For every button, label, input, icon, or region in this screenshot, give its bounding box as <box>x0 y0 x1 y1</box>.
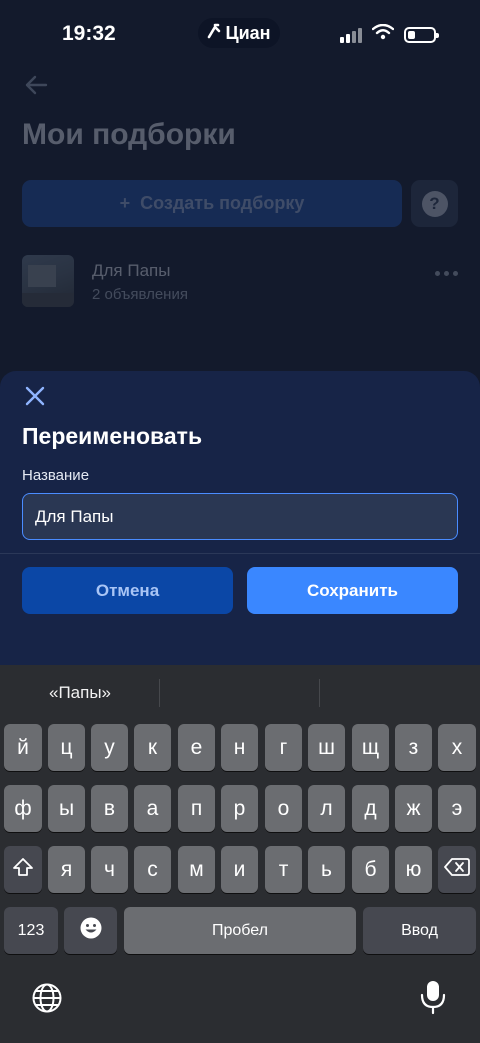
key[interactable]: ы <box>48 785 85 832</box>
backspace-icon <box>444 857 470 883</box>
carrier-pill-label: Циан <box>225 22 271 43</box>
sheet-divider <box>0 553 480 554</box>
key[interactable]: и <box>221 846 258 893</box>
key[interactable]: м <box>178 846 215 893</box>
battery-icon <box>404 26 439 43</box>
key[interactable]: о <box>265 785 302 832</box>
key[interactable]: в <box>91 785 128 832</box>
backspace-key[interactable] <box>438 846 476 893</box>
name-field-label: Название <box>22 467 90 484</box>
page-title: Мои подборки <box>22 118 236 151</box>
signal-icon <box>340 27 362 43</box>
shift-icon <box>12 856 34 884</box>
back-arrow-icon[interactable] <box>22 70 52 100</box>
collection-count: 2 объявления <box>92 286 188 303</box>
suggestion-item[interactable]: «Папы» <box>0 683 160 703</box>
microphone-icon[interactable] <box>418 979 448 1015</box>
key[interactable]: п <box>178 785 215 832</box>
emoji-icon <box>79 916 103 946</box>
numbers-key[interactable]: 123 <box>4 907 58 954</box>
key[interactable]: щ <box>352 724 389 771</box>
globe-icon[interactable] <box>30 981 64 1015</box>
key[interactable]: б <box>352 846 389 893</box>
key[interactable]: а <box>134 785 171 832</box>
key[interactable]: ю <box>395 846 432 893</box>
collection-name: Для Папы <box>92 261 171 280</box>
key[interactable]: х <box>438 724 476 771</box>
app-screen: 19:32 Циан Мои подборки + Создать подбор… <box>0 0 480 1043</box>
key[interactable]: н <box>221 724 258 771</box>
key[interactable]: ж <box>395 785 432 832</box>
collection-thumbnail <box>22 255 74 307</box>
suggestion-bar: «Папы» <box>0 665 480 720</box>
status-icons <box>340 23 439 45</box>
create-collection-label: Создать подборку <box>140 193 305 213</box>
wifi-icon <box>371 23 395 45</box>
close-icon[interactable] <box>22 383 48 409</box>
key[interactable]: я <box>48 846 85 893</box>
return-key[interactable]: Ввод <box>363 907 476 954</box>
help-button[interactable]: ? <box>411 180 458 227</box>
collection-row[interactable]: Для Папы 2 объявления <box>22 255 458 309</box>
status-bar: 19:32 Циан <box>0 0 480 70</box>
shift-key[interactable] <box>4 846 42 893</box>
emoji-key[interactable] <box>64 907 117 954</box>
cian-logo-icon <box>207 23 221 44</box>
suggestion-divider <box>319 679 320 707</box>
cancel-button[interactable]: Отмена <box>22 567 233 614</box>
key[interactable]: е <box>178 724 215 771</box>
key[interactable]: л <box>308 785 345 832</box>
keyboard-row-2: ф ы в а п р о л д ж э <box>0 785 480 832</box>
rename-sheet: Переименовать Название Отмена Сохранить <box>0 371 480 671</box>
question-icon: ? <box>421 190 448 217</box>
key[interactable]: д <box>352 785 389 832</box>
name-input[interactable] <box>22 493 458 540</box>
carrier-pill: Циан <box>198 18 280 48</box>
key[interactable]: з <box>395 724 432 771</box>
key[interactable]: ч <box>91 846 128 893</box>
key[interactable]: ф <box>4 785 42 832</box>
key[interactable]: г <box>265 724 302 771</box>
key[interactable]: ц <box>48 724 85 771</box>
key[interactable]: р <box>221 785 258 832</box>
key[interactable]: к <box>134 724 171 771</box>
key[interactable]: с <box>134 846 171 893</box>
keyboard-row-4: 123 Пробел Ввод <box>0 907 480 954</box>
key[interactable]: т <box>265 846 302 893</box>
more-options-icon[interactable] <box>435 271 458 276</box>
create-collection-button[interactable]: + Создать подборку <box>22 180 402 227</box>
key[interactable]: э <box>438 785 476 832</box>
key[interactable]: ь <box>308 846 345 893</box>
suggestion-divider <box>159 679 160 707</box>
keyboard: «Папы» й ц у к е н г ш щ з х ф ы в а п р <box>0 665 480 1043</box>
key[interactable]: ш <box>308 724 345 771</box>
keyboard-row-1: й ц у к е н г ш щ з х <box>0 724 480 771</box>
key[interactable]: у <box>91 724 128 771</box>
sheet-title: Переименовать <box>22 423 203 449</box>
save-button[interactable]: Сохранить <box>247 567 458 614</box>
status-time: 19:32 <box>62 22 116 45</box>
keyboard-row-3: я ч с м и т ь б ю <box>0 846 480 893</box>
plus-icon: + <box>119 193 131 213</box>
key[interactable]: й <box>4 724 42 771</box>
space-key[interactable]: Пробел <box>124 907 356 954</box>
